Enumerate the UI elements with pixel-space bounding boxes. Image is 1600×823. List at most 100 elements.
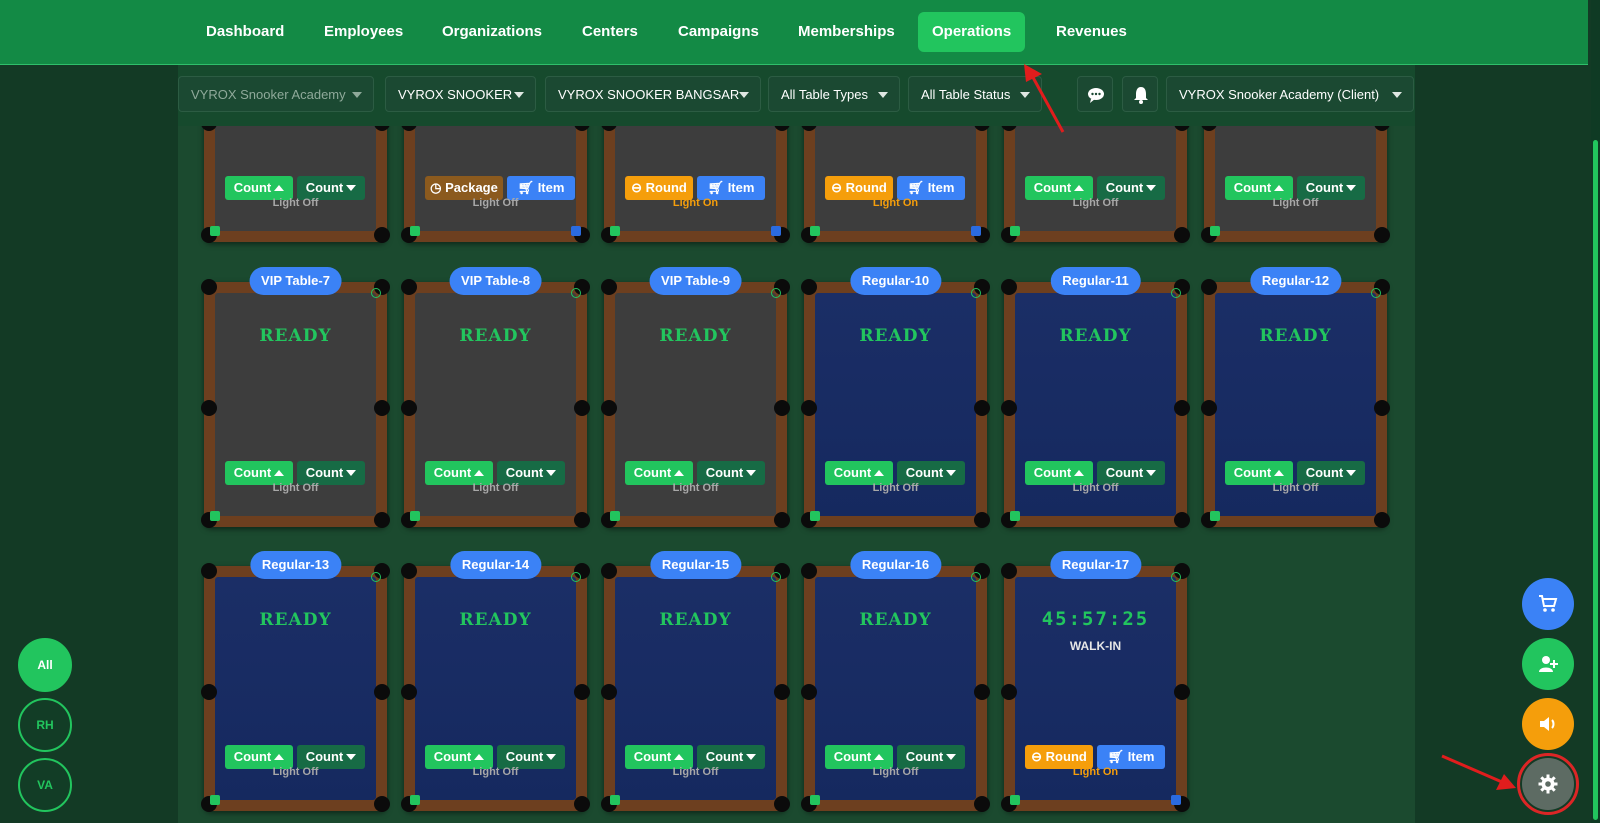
brand-select[interactable]: VYROX SNOOKER (385, 76, 536, 112)
count-down-label: Count (305, 465, 344, 480)
pocket (374, 400, 390, 416)
pocket (201, 684, 217, 700)
table-card[interactable]: READY Count Count Light Off Regular-13 (201, 551, 390, 812)
ready-status: READY (859, 610, 932, 630)
table-name-badge: Regular-17 (1049, 551, 1142, 579)
table-card[interactable]: READY Count Count Light Off Regular-12 (1201, 267, 1390, 528)
nav-operations[interactable]: Operations (918, 12, 1026, 52)
table-felt: READY Count Count Light Off (815, 293, 976, 516)
pocket (574, 126, 590, 131)
pocket (201, 400, 217, 416)
pocket (601, 279, 617, 295)
pocket (574, 796, 590, 812)
nav-employees[interactable]: Employees (310, 12, 417, 52)
table-card[interactable]: Count Count Light Off (201, 126, 390, 243)
add-user-button[interactable] (1522, 638, 1574, 690)
light-status: Light Off (1072, 482, 1119, 494)
triangle-up-icon (474, 470, 485, 476)
green-status-icon (210, 511, 220, 521)
package-label: Package (445, 180, 498, 195)
pocket (1174, 126, 1190, 131)
table-card[interactable]: READY Count Count Light Off Regular-15 (601, 551, 790, 812)
pocket (774, 684, 790, 700)
nav-revenues[interactable]: Revenues (1042, 12, 1141, 52)
table-felt: READY Count Count Light Off (1015, 293, 1176, 516)
notifications-button[interactable] (1122, 76, 1158, 112)
settings-button[interactable] (1522, 758, 1574, 810)
chat-button[interactable] (1077, 76, 1113, 112)
filter-rh-button[interactable]: RH (18, 698, 72, 752)
triangle-up-icon (674, 470, 685, 476)
nav-campaigns[interactable]: Campaigns (664, 12, 773, 52)
chevron-down-icon (514, 92, 524, 98)
pocket (974, 684, 990, 700)
green-status-icon (210, 795, 220, 805)
item-label: Item (537, 180, 565, 195)
cart-icon: 🛒︎ (517, 180, 538, 195)
session-mode: WALK-IN (1069, 639, 1122, 653)
clock-icon: ◷ (430, 180, 446, 195)
table-card[interactable]: READY Count Count Light Off Regular-16 (801, 551, 990, 812)
count-down-label: Count (505, 749, 544, 764)
table-card[interactable]: 45:57:25 WALK-IN ⊖ Round 🛒︎ Item Light On Reg… (1001, 551, 1190, 812)
table-felt: Count Count Light Off (1015, 126, 1176, 231)
annotation-arrow-up-icon (1024, 64, 1065, 133)
table-felt: ⊖ Round 🛒︎ Item Light On (815, 126, 976, 231)
cart-button[interactable] (1522, 578, 1574, 630)
table-felt: ⊖ Round 🛒︎ Item Light On (615, 126, 776, 231)
branch-select-label: VYROX SNOOKER BANGSAR (558, 87, 740, 102)
table-types-select[interactable]: All Table Types (768, 76, 900, 112)
client-select[interactable]: VYROX Snooker Academy (Client) (1166, 76, 1414, 112)
ready-status: READY (1059, 326, 1132, 346)
table-card[interactable]: ⊖ Round 🛒︎ Item Light On (601, 126, 790, 243)
green-status-icon (1210, 511, 1220, 521)
academy-select[interactable]: VYROX Snooker Academy (178, 76, 374, 112)
count-down-label: Count (1305, 180, 1344, 195)
light-status: Light On (872, 197, 919, 209)
table-card[interactable]: READY Count Count Light Off VIP Table-8 (401, 267, 590, 528)
table-card[interactable]: READY Count Count Light Off VIP Table-9 (601, 267, 790, 528)
table-card[interactable]: ⊖ Round 🛒︎ Item Light On (801, 126, 990, 243)
filter-all-button[interactable]: All (18, 638, 72, 692)
pocket (374, 227, 390, 243)
nav-dashboard[interactable]: Dashboard (192, 12, 298, 52)
chevron-down-icon (1392, 92, 1402, 98)
pocket (774, 400, 790, 416)
triangle-up-icon (474, 754, 485, 760)
triangle-down-icon (346, 470, 357, 476)
clock-icon (771, 288, 781, 298)
scrollbar[interactable] (1591, 0, 1600, 823)
green-status-icon (1010, 795, 1020, 805)
table-card[interactable]: ◷ Package 🛒︎ Item Light Off (401, 126, 590, 243)
table-felt: READY Count Count Light Off (1215, 293, 1376, 516)
light-status: Light Off (472, 482, 519, 494)
count-down-label: Count (305, 749, 344, 764)
table-name-badge: Regular-15 (649, 551, 742, 579)
nav-memberships[interactable]: Memberships (784, 12, 909, 52)
table-card[interactable]: Count Count Light Off (1201, 126, 1390, 243)
table-card[interactable]: READY Count Count Light Off Regular-10 (801, 267, 990, 528)
scrollbar-thumb[interactable] (1593, 140, 1598, 820)
sound-button[interactable] (1522, 698, 1574, 750)
nav-centers[interactable]: Centers (568, 12, 652, 52)
count-down-label: Count (505, 465, 544, 480)
table-card[interactable]: READY Count Count Light Off Regular-14 (401, 551, 590, 812)
table-name-badge: Regular-14 (449, 551, 542, 579)
add-user-icon (1539, 656, 1558, 672)
branch-select[interactable]: VYROX SNOOKER BANGSAR (545, 76, 761, 112)
table-name-badge: Regular-13 (249, 551, 342, 579)
table-card[interactable]: Count Count Light Off (1001, 126, 1190, 243)
pocket (1001, 279, 1017, 295)
filter-va-button[interactable]: VA (18, 758, 72, 812)
green-status-icon (610, 226, 620, 236)
table-card[interactable]: READY Count Count Light Off Regular-11 (1001, 267, 1190, 528)
count-up-label: Count (833, 465, 872, 480)
table-card[interactable]: READY Count Count Light Off VIP Table-7 (201, 267, 390, 528)
count-down-label: Count (905, 465, 944, 480)
triangle-up-icon (274, 185, 285, 191)
pocket (601, 563, 617, 579)
green-status-icon (1010, 511, 1020, 521)
table-felt: READY Count Count Light Off (615, 293, 776, 516)
cart-icon: 🛒︎ (907, 180, 928, 195)
nav-organizations[interactable]: Organizations (428, 12, 556, 52)
